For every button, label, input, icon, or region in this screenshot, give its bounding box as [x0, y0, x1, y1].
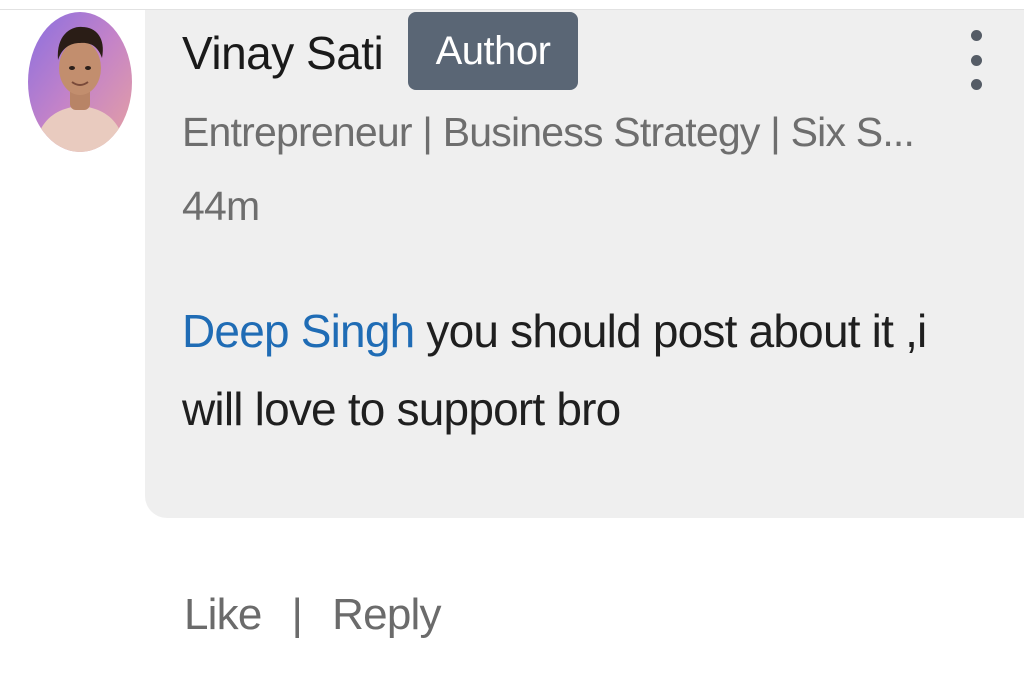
comment-timestamp: 44m	[182, 183, 260, 229]
vertical-ellipsis-icon	[970, 30, 982, 41]
author-headline: Entrepreneur | Business Strategy | Six S…	[182, 109, 915, 155]
avatar[interactable]	[28, 12, 132, 152]
author-name[interactable]: Vinay Sati	[182, 22, 384, 84]
like-button[interactable]: Like	[184, 584, 262, 646]
vertical-ellipsis-icon-dot	[970, 79, 982, 90]
more-options-button[interactable]	[956, 24, 996, 96]
avatar-photo	[28, 12, 132, 152]
comment-actions: Like | Reply	[184, 584, 441, 646]
action-separator: |	[291, 590, 303, 639]
reply-button[interactable]: Reply	[332, 584, 441, 646]
mention-link[interactable]: Deep Singh	[182, 305, 415, 357]
comment-text: Deep Singh you should post about it ,i w…	[182, 292, 972, 448]
author-badge: Author	[408, 12, 578, 90]
comment-screen: Vinay Sati Author Entrepreneur | Busines…	[0, 0, 1024, 683]
vertical-ellipsis-icon-dot	[970, 54, 982, 66]
